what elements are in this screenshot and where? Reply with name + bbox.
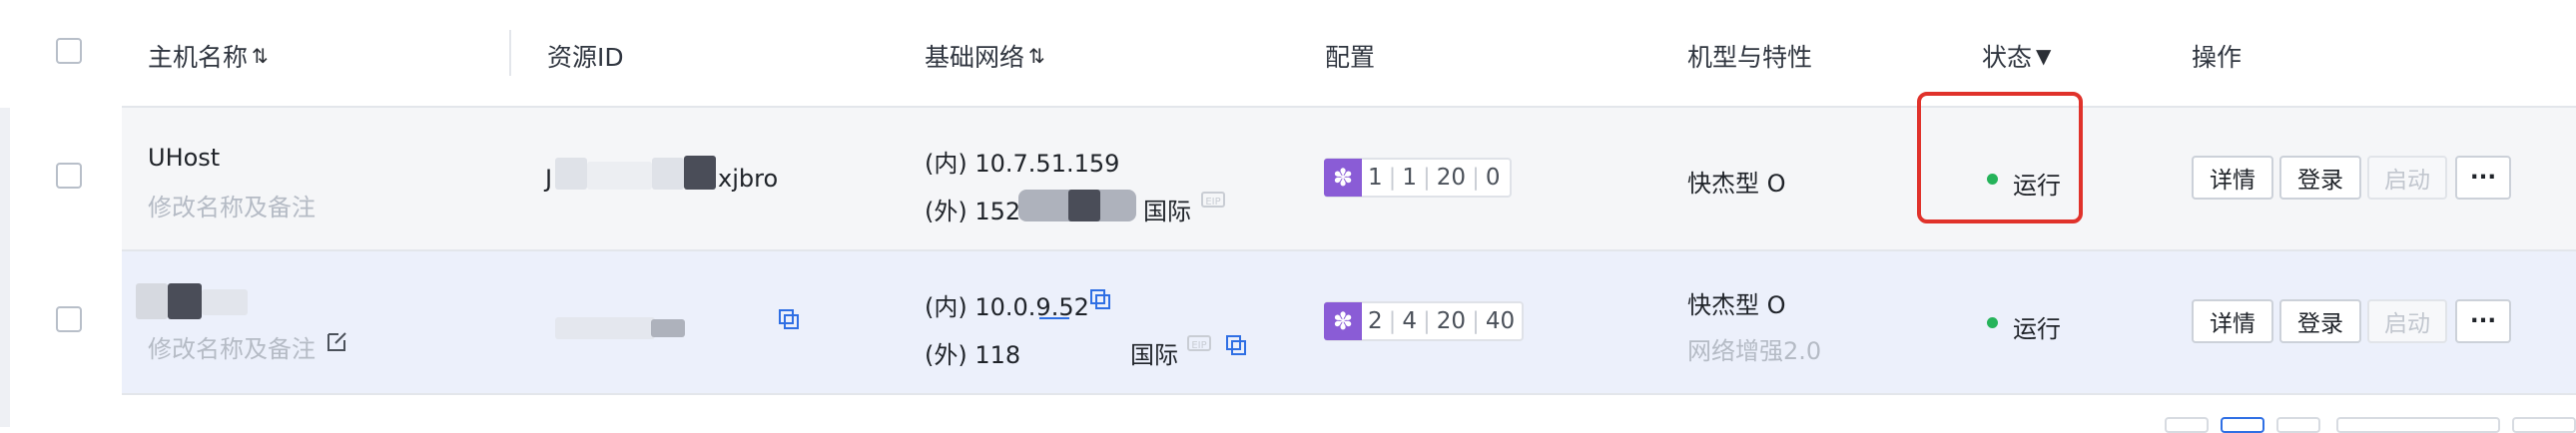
config-cpu: 2 xyxy=(1368,308,1383,334)
header-host-name[interactable]: 主机名称 ⇅ xyxy=(148,38,269,74)
model-type: 快杰型 O xyxy=(1687,170,1786,198)
start-button[interactable]: 启动 xyxy=(2367,156,2447,200)
ip-outer: (外) 118 xyxy=(925,341,1021,369)
svg-text:EIP: EIP xyxy=(1205,197,1220,208)
resource-id-prefix: J xyxy=(545,165,553,193)
ip-outer: (外) 152. xyxy=(925,198,1028,225)
redacted-block xyxy=(555,317,655,339)
edit-remark-link[interactable]: 修改名称及备注 xyxy=(148,329,316,364)
redacted-block xyxy=(651,319,685,337)
region-label: 国际 xyxy=(1130,341,1178,369)
filter-icon[interactable]: ▼ xyxy=(2036,44,2051,68)
table-header: 主机名称 ⇅ 资源ID 基础网络 ⇅ 配置 机型与特性 状态 ▼ 操作 xyxy=(0,0,2576,108)
redacted-block xyxy=(555,158,587,190)
header-status-label: 状态 xyxy=(1982,43,2033,72)
pagination-button[interactable] xyxy=(2221,417,2264,433)
pagination-button[interactable] xyxy=(2276,417,2320,433)
header-config-label: 配置 xyxy=(1325,43,1376,72)
gear-icon: ✽ xyxy=(1324,159,1362,197)
header-host-name-label: 主机名称 xyxy=(148,43,249,72)
pagination-button[interactable] xyxy=(2165,417,2209,433)
region-label: 国际 xyxy=(1143,198,1191,225)
login-button[interactable]: 登录 xyxy=(2279,299,2361,343)
header-model: 机型与特性 xyxy=(1687,38,1812,74)
redacted-block xyxy=(136,283,168,319)
row-checkbox[interactable] xyxy=(56,306,82,332)
redacted-block xyxy=(168,283,202,319)
more-button[interactable]: ··· xyxy=(2455,299,2511,343)
page-jump-input[interactable] xyxy=(2512,417,2576,433)
sort-icon[interactable]: ⇅ xyxy=(252,44,269,68)
header-actions-label: 操作 xyxy=(2192,43,2243,72)
status-highlight-box xyxy=(1917,92,2083,223)
copy-icon[interactable] xyxy=(1224,333,1248,357)
header-status[interactable]: 状态 ▼ xyxy=(1982,38,2051,74)
redacted-block xyxy=(202,289,248,315)
edit-icon[interactable] xyxy=(325,329,349,353)
config-gpu: 40 xyxy=(1485,308,1516,334)
column-divider[interactable] xyxy=(509,30,511,76)
config-disk: 20 xyxy=(1436,165,1467,191)
eip-icon[interactable]: EIP xyxy=(1186,332,1214,356)
redacted-block xyxy=(652,158,684,190)
resource-id-suffix[interactable]: xjbro xyxy=(718,165,778,193)
page-size-select[interactable] xyxy=(2336,417,2500,433)
select-all-checkbox[interactable] xyxy=(56,38,82,64)
status-dot-icon xyxy=(1987,317,1998,328)
detail-button[interactable]: 详情 xyxy=(2192,156,2273,200)
config-disk: 20 xyxy=(1436,308,1467,334)
copy-icon[interactable] xyxy=(1088,287,1112,311)
model-type: 快杰型 O xyxy=(1687,291,1786,319)
config-mem: 1 xyxy=(1402,165,1418,191)
redacted-block xyxy=(684,156,716,190)
more-button[interactable]: ··· xyxy=(2455,156,2511,200)
login-button[interactable]: 登录 xyxy=(2279,156,2361,200)
header-resource-id-label: 资源ID xyxy=(547,43,624,72)
sort-icon[interactable]: ⇅ xyxy=(1028,44,1045,68)
edit-remark-link[interactable]: 修改名称及备注 xyxy=(148,188,316,222)
config-cpu: 1 xyxy=(1368,165,1383,191)
row-checkbox[interactable] xyxy=(56,163,82,189)
status-text: 运行 xyxy=(2013,315,2061,343)
detail-button[interactable]: 详情 xyxy=(2192,299,2273,343)
config-gpu: 0 xyxy=(1485,165,1501,191)
config-badge: ✽ 2 | 4 | 20 | 40 xyxy=(1324,301,1524,341)
header-network-label: 基础网络 xyxy=(925,43,1025,72)
header-model-label: 机型与特性 xyxy=(1687,43,1813,72)
ip-underline xyxy=(1039,317,1069,319)
start-button[interactable]: 启动 xyxy=(2367,299,2447,343)
host-name[interactable]: UHost xyxy=(148,144,220,172)
config-mem: 4 xyxy=(1402,308,1418,334)
model-feature: 网络增强2.0 xyxy=(1687,337,1822,365)
header-resource-id: 资源ID xyxy=(547,38,624,74)
redacted-block xyxy=(1068,190,1100,221)
config-badge: ✽ 1 | 1 | 20 | 0 xyxy=(1324,158,1512,198)
copy-icon[interactable] xyxy=(777,307,801,331)
header-network[interactable]: 基础网络 ⇅ xyxy=(925,38,1045,74)
eip-icon[interactable]: EIP xyxy=(1200,189,1228,213)
row-divider xyxy=(122,393,2576,395)
svg-text:EIP: EIP xyxy=(1191,340,1206,351)
header-actions: 操作 xyxy=(2192,38,2242,74)
redacted-block xyxy=(587,162,652,190)
header-config: 配置 xyxy=(1325,38,1375,74)
gear-icon: ✽ xyxy=(1324,302,1362,340)
ip-inner: (内) 10.7.51.159 xyxy=(925,150,1120,178)
